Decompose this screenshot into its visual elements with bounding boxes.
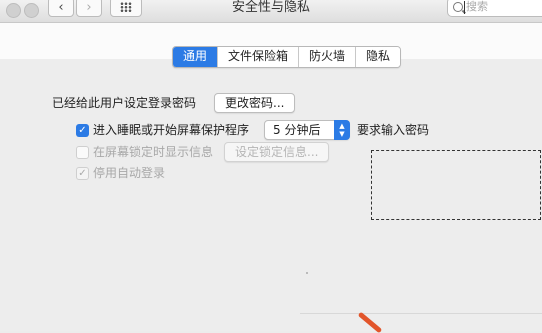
show-message-checkbox[interactable] xyxy=(76,146,89,159)
checkmark-icon: ✓ xyxy=(78,168,87,179)
show-message-label: 在屏幕锁定时显示信息 xyxy=(93,145,214,159)
password-set-label: 已经给此用户设定登录密码 xyxy=(52,96,197,110)
tab-bar: 通用 文件保险箱 防火墙 隐私 xyxy=(172,46,402,68)
set-lock-message-button[interactable]: 设定锁定信息... xyxy=(224,142,330,162)
search-icon xyxy=(453,2,463,12)
change-password-button[interactable]: 更改密码... xyxy=(214,93,296,113)
password-delay-select[interactable]: 5 分钟后 ▲ ▼ xyxy=(264,120,350,140)
require-password-suffix: 要求输入密码 xyxy=(357,123,430,137)
stepper-arrows-icon: ▲ ▼ xyxy=(334,120,350,140)
selection-marquee xyxy=(371,150,541,220)
tab-general[interactable]: 通用 xyxy=(173,47,218,67)
divider-dot xyxy=(306,272,308,274)
search-placeholder: 搜索 xyxy=(466,0,488,13)
tab-firewall[interactable]: 防火墙 xyxy=(298,47,356,67)
disable-auto-login-label: 停用自动登录 xyxy=(93,166,166,180)
disable-auto-login-checkbox[interactable]: ✓ xyxy=(76,167,89,180)
title-bar: ‹ › 安全性与隐私 搜索 xyxy=(0,0,542,23)
require-password-checkbox[interactable]: ✓ xyxy=(76,124,89,137)
text-cursor xyxy=(464,1,465,14)
tab-privacy[interactable]: 隐私 xyxy=(355,47,401,67)
tab-filevault[interactable]: 文件保险箱 xyxy=(217,47,299,67)
bottom-divider xyxy=(300,313,542,314)
require-password-label: 进入睡眠或开始屏幕保护程序 xyxy=(93,123,250,137)
checkmark-icon: ✓ xyxy=(78,125,87,136)
password-delay-value: 5 分钟后 xyxy=(273,123,321,137)
search-input[interactable]: 搜索 xyxy=(447,0,542,17)
